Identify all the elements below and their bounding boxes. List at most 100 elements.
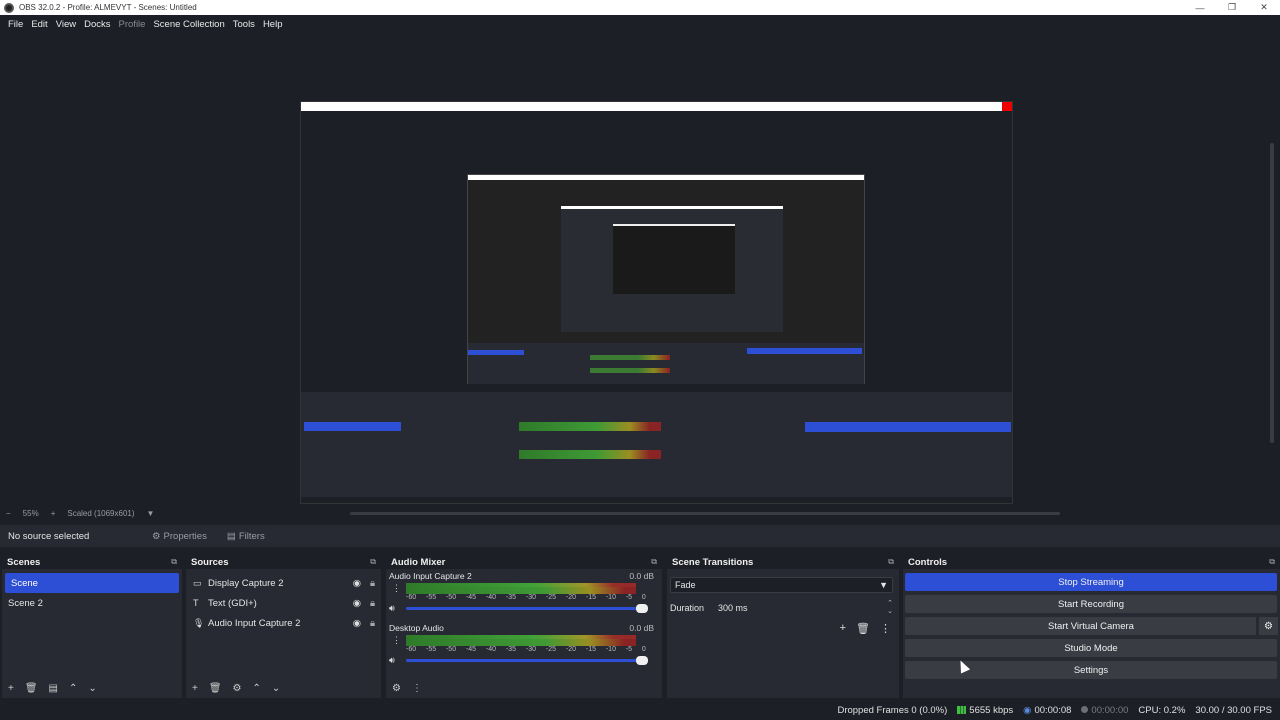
duration-spinner[interactable]: ⌃ ⌄ bbox=[887, 600, 893, 616]
controls-dock: Controls ⧉ Stop Streaming Start Recordin… bbox=[903, 555, 1280, 698]
move-down-icon[interactable]: ⌄ bbox=[88, 683, 96, 694]
more-options-icon[interactable]: ⋮ bbox=[412, 683, 422, 694]
move-up-icon[interactable]: ⌃ bbox=[69, 683, 77, 694]
menu-help[interactable]: Help bbox=[259, 19, 287, 30]
volume-meter bbox=[406, 583, 636, 594]
preview-area[interactable] bbox=[0, 33, 1280, 505]
zoom-out-button[interactable]: − bbox=[6, 509, 11, 518]
peak-meter bbox=[406, 635, 636, 639]
audio-mixer-header: Audio Mixer ⧉ bbox=[386, 555, 662, 569]
eye-icon[interactable]: ◉ bbox=[353, 578, 361, 589]
more-options-icon[interactable]: ⋮ bbox=[392, 635, 401, 646]
bitrate-value: 5655 kbps bbox=[969, 704, 1014, 716]
sources-dock-header: Sources ⧉ bbox=[186, 555, 381, 569]
zoom-in-button[interactable]: + bbox=[51, 509, 56, 518]
lock-icon[interactable]: 🔒︎ bbox=[370, 618, 375, 629]
maximize-button[interactable]: ❐ bbox=[1216, 0, 1248, 15]
menu-file[interactable]: File bbox=[4, 19, 27, 30]
studio-mode-button[interactable]: Studio Mode bbox=[905, 639, 1277, 657]
source-item[interactable]: T Text (GDI+) ◉ 🔒︎ bbox=[186, 593, 381, 613]
speaker-icon[interactable]: 🔊︎ bbox=[389, 603, 395, 614]
duration-label: Duration bbox=[670, 603, 705, 613]
trash-icon[interactable]: 🗑 bbox=[856, 622, 870, 635]
menu-docks[interactable]: Docks bbox=[80, 19, 114, 30]
sources-toolbar: + 🗑 ⚙ ⌃ ⌄ bbox=[186, 678, 381, 698]
source-item[interactable]: ▭ Display Capture 2 ◉ 🔒︎ bbox=[186, 573, 381, 593]
volume-slider-handle[interactable] bbox=[636, 604, 648, 613]
transition-select[interactable]: Fade ▼ bbox=[670, 577, 893, 593]
tick-label: -50 bbox=[445, 646, 457, 653]
preview-nested-titlebar bbox=[468, 175, 864, 180]
menu-scene-collection[interactable]: Scene Collection bbox=[149, 19, 228, 30]
tick-label: -55 bbox=[425, 594, 437, 601]
preview-canvas[interactable] bbox=[300, 101, 1013, 504]
menu-edit[interactable]: Edit bbox=[27, 19, 51, 30]
lock-icon[interactable]: 🔒︎ bbox=[370, 578, 375, 589]
volume-meter bbox=[406, 635, 636, 646]
move-up-icon[interactable]: ⌃ bbox=[253, 683, 261, 694]
record-time: 00:00:00 bbox=[1091, 704, 1129, 716]
dock-float-icon[interactable]: ⧉ bbox=[370, 557, 376, 567]
dock-float-icon[interactable]: ⧉ bbox=[651, 557, 657, 567]
trash-icon[interactable]: 🗑 bbox=[25, 683, 38, 694]
scale-mode-dropdown[interactable]: Scaled (1069x601) bbox=[67, 509, 134, 518]
more-options-icon[interactable]: ⋮ bbox=[880, 622, 891, 635]
menu-view[interactable]: View bbox=[52, 19, 80, 30]
add-transition-icon[interactable]: + bbox=[840, 622, 846, 635]
add-scene-icon[interactable]: + bbox=[8, 683, 14, 694]
filters-button[interactable]: ▤ Filters bbox=[227, 531, 265, 542]
menu-profile[interactable]: Profile bbox=[115, 19, 150, 30]
start-virtual-camera-button[interactable]: Start Virtual Camera ⚙ bbox=[905, 617, 1278, 635]
preview-recursive-meter bbox=[519, 450, 661, 459]
scene-item[interactable]: Scene bbox=[5, 573, 179, 593]
properties-label: Properties bbox=[163, 530, 207, 542]
gear-icon[interactable]: ⚙ bbox=[1256, 617, 1278, 635]
source-toolbar: No source selected ⚙ Properties ▤ Filters bbox=[0, 525, 1280, 547]
tick-label: 0 bbox=[641, 594, 646, 601]
duration-input[interactable]: 300 ms bbox=[716, 600, 887, 616]
tick-label: -40 bbox=[485, 646, 497, 653]
preview-recursive-docks bbox=[301, 392, 1012, 503]
filter-icon[interactable]: ▤ bbox=[49, 683, 58, 694]
add-source-icon[interactable]: + bbox=[192, 683, 198, 694]
stream-time-indicator: ◉ 00:00:08 bbox=[1023, 705, 1071, 716]
source-name: Audio Input Capture 2 bbox=[208, 617, 301, 629]
start-recording-button[interactable]: Start Recording bbox=[905, 595, 1277, 613]
volume-slider[interactable] bbox=[406, 656, 648, 665]
volume-slider[interactable] bbox=[406, 604, 648, 613]
text-icon: T bbox=[193, 598, 199, 608]
tick-label: -45 bbox=[465, 646, 477, 653]
dock-float-icon[interactable]: ⧉ bbox=[888, 557, 894, 567]
audio-mixer-dock: Audio Mixer ⧉ Audio Input Capture 2 0.0 … bbox=[386, 555, 662, 698]
zoom-value: 55% bbox=[22, 508, 39, 518]
speaker-icon[interactable]: 🔊︎ bbox=[389, 655, 395, 666]
lock-icon[interactable]: 🔒︎ bbox=[370, 598, 375, 609]
source-item[interactable]: 🎙︎ Audio Input Capture 2 ◉ 🔒︎ bbox=[186, 613, 381, 633]
gear-icon[interactable]: ⚙ bbox=[233, 683, 242, 694]
properties-button[interactable]: ⚙ Properties bbox=[152, 531, 207, 542]
preview-horizontal-scrollbar[interactable] bbox=[350, 512, 1060, 515]
meter-ticks: -60 -55 -50 -45 -40 -35 -30 -25 -20 -15 … bbox=[406, 594, 646, 601]
trash-icon[interactable]: 🗑 bbox=[209, 683, 222, 694]
more-options-icon[interactable]: ⋮ bbox=[392, 583, 401, 594]
window-titlebar: OBS 32.0.2 - Profile: ALMEVYT - Scenes: … bbox=[0, 0, 1280, 15]
preview-recursive-canvas bbox=[301, 119, 1012, 399]
dock-float-icon[interactable]: ⧉ bbox=[1269, 557, 1275, 567]
tick-label: -35 bbox=[505, 646, 517, 653]
preview-vertical-scrollbar[interactable] bbox=[1270, 143, 1274, 443]
preview-nested-meter bbox=[590, 355, 670, 360]
move-down-icon[interactable]: ⌄ bbox=[272, 683, 280, 694]
menu-tools[interactable]: Tools bbox=[229, 19, 259, 30]
scene-item[interactable]: Scene 2 bbox=[2, 593, 182, 613]
eye-icon[interactable]: ◉ bbox=[353, 598, 361, 609]
eye-icon[interactable]: ◉ bbox=[353, 618, 361, 629]
chevron-down-icon[interactable]: ▼ bbox=[147, 509, 155, 518]
audio-mixer-title: Audio Mixer bbox=[391, 556, 446, 568]
minimize-button[interactable]: — bbox=[1184, 0, 1216, 15]
volume-slider-handle[interactable] bbox=[636, 656, 648, 665]
stop-streaming-button[interactable]: Stop Streaming bbox=[905, 573, 1277, 591]
close-button[interactable]: ✕ bbox=[1248, 0, 1280, 15]
meter-ticks: -60 -55 -50 -45 -40 -35 -30 -25 -20 -15 … bbox=[406, 646, 646, 653]
advanced-audio-icon[interactable]: ⚙ bbox=[392, 683, 401, 694]
dock-float-icon[interactable]: ⧉ bbox=[171, 557, 177, 567]
